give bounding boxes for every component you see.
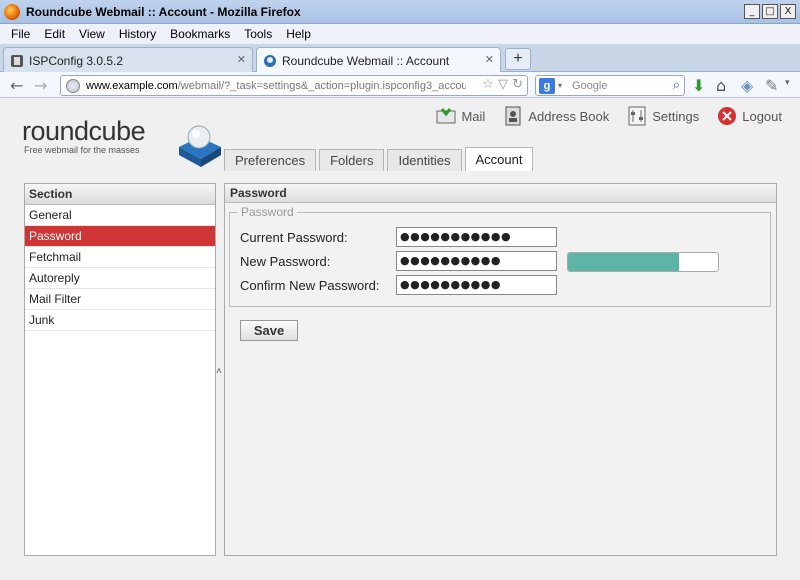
tab-account[interactable]: Account (464, 147, 534, 171)
window-controls: _ □ X (744, 4, 796, 19)
bookmark-star-icon[interactable]: ☆ (482, 77, 494, 92)
history-dropdown-icon[interactable]: ▽ (498, 77, 508, 92)
logo-wordmark: roundcube (22, 116, 146, 146)
engine-dropdown-icon[interactable]: ▾ (558, 81, 562, 90)
window-title: Roundcube Webmail :: Account - Mozilla F… (26, 4, 301, 19)
panel-header: Password (225, 184, 776, 203)
roundcube-app: roundcube Free webmail for the masses Ma… (0, 98, 800, 580)
maximize-button[interactable]: □ (762, 4, 778, 19)
confirm-password-label: Confirm New Password: (240, 278, 380, 293)
sidebar-item-general[interactable]: General (25, 205, 215, 226)
nav-mail[interactable]: Mail (436, 106, 485, 126)
reload-icon[interactable]: ↻ (512, 77, 523, 92)
menu-history[interactable]: History (112, 27, 163, 41)
sidebar-item-autoreply[interactable]: Autoreply (25, 268, 215, 289)
settings-tabs: Preferences Folders Identities Account (224, 147, 536, 171)
url-actions: ☆ ▽ ↻ (482, 77, 523, 92)
tab-label: Roundcube Webmail :: Account (282, 54, 450, 68)
roundcube-favicon-icon (264, 55, 276, 67)
home-icon[interactable]: ⌂ (716, 76, 726, 95)
tab-folders[interactable]: Folders (319, 149, 385, 171)
menu-edit[interactable]: Edit (37, 27, 72, 41)
new-password-field[interactable]: ●●●●●●●●●● (396, 251, 557, 271)
sidebar-item-password[interactable]: Password (25, 226, 215, 247)
section-sidebar: Section General Password Fetchmail Autor… (24, 183, 216, 556)
address-book-icon (505, 106, 521, 126)
roundcube-cube-icon (179, 125, 221, 167)
nav-address-book[interactable]: Address Book (503, 106, 609, 126)
menu-bar: File Edit View History Bookmarks Tools H… (0, 24, 800, 44)
top-navigation: Mail Address Book Settings Logout (436, 106, 782, 126)
url-path: /webmail/?_task=settings&_action=plugin.… (177, 79, 466, 92)
search-magnifier-icon[interactable]: ⌕ (673, 78, 680, 93)
tab-label: ISPConfig 3.0.5.2 (29, 53, 124, 68)
browser-tab-roundcube[interactable]: Roundcube Webmail :: Account ✕ (256, 47, 501, 74)
forward-arrow-icon[interactable]: → (34, 76, 47, 95)
new-password-label: New Password: (240, 254, 331, 269)
new-tab-button[interactable]: + (505, 48, 531, 70)
nav-settings[interactable]: Settings (627, 106, 699, 126)
save-button[interactable]: Save (240, 320, 298, 341)
ispconfig-favicon-icon (11, 54, 23, 67)
url-host: www.example.com (86, 79, 178, 92)
password-fieldset: Password Current Password: ●●●●●●●●●●● N… (229, 205, 771, 307)
sidebar-header: Section (25, 184, 215, 205)
password-panel: Password Password Current Password: ●●●●… (224, 183, 777, 556)
minimize-button[interactable]: _ (744, 4, 760, 19)
globe-icon (66, 78, 80, 93)
close-button[interactable]: X (780, 4, 796, 19)
menu-view[interactable]: View (72, 27, 112, 41)
menu-bookmarks[interactable]: Bookmarks (163, 27, 237, 41)
password-strength-fill (568, 253, 679, 271)
nav-logout-label: Logout (742, 108, 782, 124)
tab-close-icon[interactable]: ✕ (237, 53, 246, 66)
window-titlebar: Roundcube Webmail :: Account - Mozilla F… (0, 0, 800, 24)
tab-identities[interactable]: Identities (387, 149, 462, 171)
pane-splitter-handle[interactable]: ˄ (216, 366, 222, 377)
firefox-icon (4, 3, 20, 20)
mail-icon (436, 108, 456, 124)
menu-tools[interactable]: Tools (237, 27, 279, 41)
nav-settings-label: Settings (652, 108, 700, 124)
google-search-engine-icon[interactable]: g (539, 77, 555, 94)
search-placeholder: Google (572, 79, 608, 92)
tools-menu-icon[interactable]: ✎ (765, 76, 778, 95)
settings-icon (628, 106, 646, 126)
fieldset-legend: Password (238, 205, 297, 219)
nav-logout[interactable]: Logout (717, 106, 782, 126)
nav-mail-label: Mail (461, 108, 486, 124)
logout-icon (718, 107, 737, 125)
sidebar-item-junk[interactable]: Junk (25, 310, 215, 331)
logo-tagline: Free webmail for the masses (24, 145, 140, 155)
browser-tab-ispconfig[interactable]: ISPConfig 3.0.5.2 ✕ (3, 47, 253, 73)
search-bar[interactable]: g ▾ Google ⌕ (535, 75, 685, 96)
toolbar-overflow-icon[interactable]: ▾ (785, 78, 790, 88)
current-password-label: Current Password: (240, 230, 348, 245)
addon-icon[interactable]: ◈ (741, 76, 753, 95)
tab-preferences[interactable]: Preferences (224, 149, 317, 171)
navigation-toolbar: ← → www.example.com/webmail/?_task=setti… (0, 72, 800, 98)
sidebar-item-mail-filter[interactable]: Mail Filter (25, 289, 215, 310)
menu-file[interactable]: File (4, 27, 37, 41)
url-text: www.example.com/webmail/?_task=settings&… (86, 80, 466, 92)
password-strength-meter (567, 252, 719, 272)
back-arrow-icon[interactable]: ← (10, 76, 23, 95)
confirm-password-field[interactable]: ●●●●●●●●●● (396, 275, 557, 295)
menu-help[interactable]: Help (279, 27, 318, 41)
roundcube-logo: roundcube Free webmail for the masses (22, 116, 221, 167)
download-icon[interactable]: ⬇ (692, 76, 705, 95)
browser-tabstrip: ISPConfig 3.0.5.2 ✕ Roundcube Webmail ::… (0, 44, 800, 74)
nav-address-book-label: Address Book (528, 108, 610, 124)
tab-close-icon[interactable]: ✕ (485, 53, 494, 66)
current-password-field[interactable]: ●●●●●●●●●●● (396, 227, 557, 247)
url-bar[interactable]: www.example.com/webmail/?_task=settings&… (60, 75, 528, 96)
sidebar-item-fetchmail[interactable]: Fetchmail (25, 247, 215, 268)
